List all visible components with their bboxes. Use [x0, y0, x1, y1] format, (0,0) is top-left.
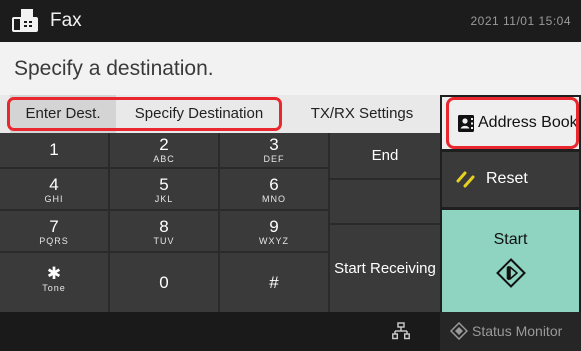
key-2-letters: ABC — [153, 154, 175, 164]
key-6-digit: 6 — [269, 175, 279, 194]
key-0-digit: 0 — [159, 273, 169, 292]
key-7[interactable]: 7 PQRS — [0, 211, 108, 251]
reset-button[interactable]: Reset — [442, 152, 579, 207]
start-button[interactable]: Start — [442, 210, 579, 312]
key-1[interactable]: 1 — [0, 133, 108, 167]
tab-bar: Enter Dest. Specify Destination TX/RX Se… — [0, 95, 440, 133]
key-hash[interactable]: # — [220, 253, 328, 312]
blank-function-key — [330, 180, 440, 223]
key-5-letters: JKL — [154, 194, 174, 204]
key-6-letters: MNO — [262, 194, 286, 204]
status-monitor-label: Status Monitor — [472, 323, 563, 339]
address-book-button[interactable]: Address Book — [442, 97, 579, 149]
tab-specify-destination[interactable]: Specify Destination — [118, 95, 280, 133]
key-3[interactable]: 3 DEF — [220, 133, 328, 167]
key-8-digit: 8 — [159, 217, 169, 236]
end-button[interactable]: End — [330, 133, 440, 178]
start-label: Start — [493, 231, 528, 248]
key-hash-symbol: # — [269, 273, 279, 292]
datetime: 2021 11/01 15:04 — [470, 14, 571, 28]
key-1-digit: 1 — [49, 140, 59, 159]
key-9-letters: WXYZ — [259, 236, 289, 246]
network-icon — [392, 322, 410, 340]
reset-label: Reset — [486, 170, 528, 187]
start-receiving-button[interactable]: Start Receiving — [330, 225, 440, 312]
reset-icon — [456, 171, 475, 188]
bottom-bar: Status Monitor — [0, 312, 581, 351]
key-4[interactable]: 4 GHI — [0, 169, 108, 209]
tab-enter-dest[interactable]: Enter Dest. — [10, 95, 116, 133]
address-book-label: Address Book — [478, 114, 578, 131]
screen-title: Fax — [50, 10, 82, 31]
key-9[interactable]: 9 WXYZ — [220, 211, 328, 251]
key-8-letters: TUV — [153, 236, 175, 246]
key-7-digit: 7 — [49, 217, 59, 236]
status-monitor-button[interactable]: Status Monitor — [440, 312, 581, 351]
tab-txrx-settings[interactable]: TX/RX Settings — [296, 95, 428, 133]
numeric-keypad: 1 2 ABC 3 DEF End 4 GHI 5 JKL 6 MNO 7 PQ… — [0, 133, 440, 312]
key-8[interactable]: 8 TUV — [110, 211, 218, 251]
key-7-letters: PQRS — [39, 236, 69, 246]
key-3-letters: DEF — [263, 154, 285, 164]
status-monitor-icon — [450, 322, 468, 340]
key-4-letters: GHI — [44, 194, 64, 204]
instruction-message: Specify a destination. — [14, 57, 214, 80]
start-diamond-icon — [496, 258, 526, 288]
side-panel: Address Book Reset Start — [440, 95, 581, 312]
message-area: Specify a destination. — [0, 42, 581, 95]
key-2[interactable]: 2 ABC — [110, 133, 218, 167]
key-6[interactable]: 6 MNO — [220, 169, 328, 209]
key-5[interactable]: 5 JKL — [110, 169, 218, 209]
address-book-icon — [458, 115, 474, 132]
key-0[interactable]: 0 — [110, 253, 218, 312]
tone-asterisk-icon: ✱ — [46, 264, 62, 283]
key-4-digit: 4 — [49, 175, 59, 194]
key-9-digit: 9 — [269, 217, 279, 236]
key-5-digit: 5 — [159, 175, 169, 194]
key-tone-label: Tone — [42, 283, 66, 293]
title-bar: Fax 2021 11/01 15:04 — [0, 0, 581, 42]
fax-machine-icon — [12, 9, 38, 32]
key-tone[interactable]: ✱ Tone — [0, 253, 108, 312]
key-3-digit: 3 — [269, 135, 279, 154]
key-2-digit: 2 — [159, 135, 169, 154]
